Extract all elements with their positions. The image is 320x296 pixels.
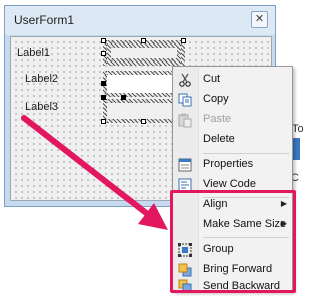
background-window-text: To [292,123,304,135]
resize-handle[interactable] [101,119,106,124]
resize-handle[interactable] [101,81,106,86]
label3-control[interactable]: Label3 [25,101,58,113]
menu-item-properties[interactable]: Properties [174,155,292,175]
annotation-highlight-box [170,190,296,293]
menu-item-cut[interactable]: Cut [174,70,292,90]
menu-separator [203,153,289,154]
window-titlebar[interactable]: UserForm1 ✕ [5,6,275,35]
resize-handle[interactable] [141,119,146,124]
label2-control[interactable]: Label2 [25,73,58,85]
resize-handle[interactable] [101,51,106,56]
label1-control[interactable]: Label1 [17,47,50,59]
menu-item-label: Copy [203,93,229,105]
textbox1-selection[interactable] [103,40,185,66]
copy-icon [177,92,193,108]
menu-item-delete[interactable]: Delete [174,130,292,150]
close-icon[interactable]: ✕ [251,11,268,28]
menu-item-paste[interactable]: Paste [174,110,292,130]
menu-item-label: Properties [203,158,254,170]
properties-icon [177,157,193,173]
resize-handle[interactable] [141,38,146,43]
resize-handle[interactable] [101,38,106,43]
resize-handle[interactable] [181,38,186,43]
paste-icon [177,112,193,128]
resize-handle[interactable] [101,95,106,100]
menu-item-label: Delete [203,133,235,145]
menu-item-label: Paste [203,113,232,125]
menu-item-label: Cut [203,73,221,85]
menu-item-copy[interactable]: Copy [174,90,292,110]
window-title: UserForm1 [14,13,75,27]
resize-handle[interactable] [121,95,126,100]
menu-item-label: View Code [203,178,256,190]
scissors-icon [177,72,193,88]
